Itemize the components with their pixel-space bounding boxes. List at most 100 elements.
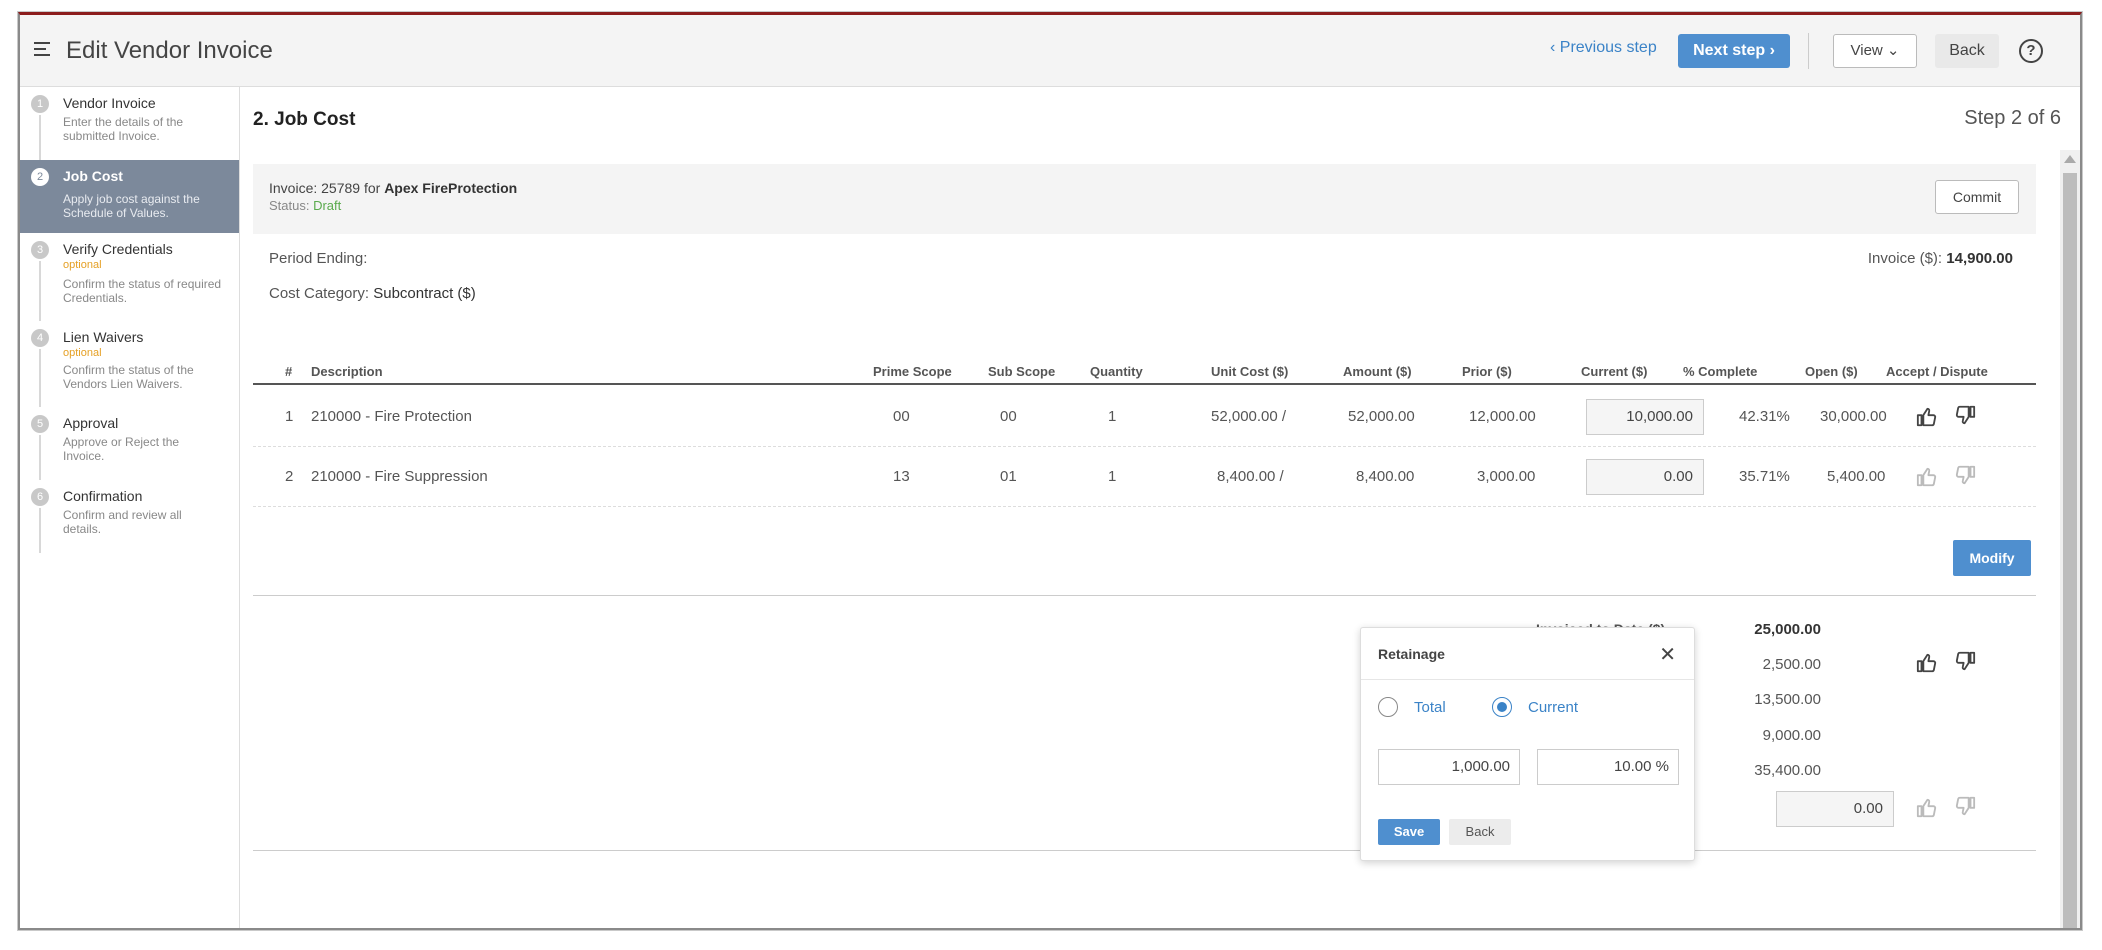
view-dropdown-button[interactable]: View ⌄ — [1833, 34, 1917, 68]
popover-divider — [1361, 679, 1694, 680]
sidebar-step-verify-credentials[interactable]: 3 Verify Credentials optional Confirm th… — [20, 233, 239, 321]
percent-complete: 35.71% — [1739, 468, 1790, 485]
invoice-amount: Invoice ($): 14,900.00 — [1868, 250, 2013, 267]
step-description: Approve or Reject the Invoice. — [63, 435, 180, 463]
column-header: Amount ($) — [1343, 364, 1412, 379]
row-number: 2 — [285, 468, 294, 485]
chevron-right-icon: › — [1769, 42, 1775, 59]
step-connector — [39, 261, 41, 321]
invoice-info-bar: Invoice: 25789 for Apex FireProtection S… — [253, 164, 2036, 234]
column-header: Prior ($) — [1462, 364, 1512, 379]
sidebar-step-job-cost[interactable]: 2 Job Cost Apply job cost against the Sc… — [20, 160, 239, 233]
thumbs-up-icon[interactable] — [1916, 466, 1938, 488]
page-title: Edit Vendor Invoice — [66, 37, 273, 64]
prior: 3,000.00 — [1477, 468, 1536, 485]
save-button[interactable]: Save — [1378, 819, 1440, 845]
retainage-amount-input[interactable]: 1,000.00 — [1378, 749, 1520, 785]
unit-cost: 8,400.00 / — [1217, 468, 1284, 485]
column-header: Quantity — [1090, 364, 1143, 379]
step-number: 3 — [31, 241, 49, 259]
row-number: 1 — [285, 408, 294, 425]
summary-value: 13,500.00 — [1754, 691, 1821, 708]
thumbs-down-icon[interactable] — [1954, 404, 1976, 426]
column-header: % Complete — [1683, 364, 1758, 379]
step-description: Apply job cost against the Schedule of V… — [63, 192, 200, 220]
menu-icon[interactable] — [34, 42, 52, 58]
cost-category-value: Subcontract ($) — [373, 285, 476, 302]
column-header: # — [285, 364, 293, 379]
summary-amount-input[interactable]: 0.00 — [1776, 791, 1894, 827]
status-badge: Draft — [313, 198, 342, 213]
step-title: Approval — [63, 415, 119, 431]
prime-scope: 00 — [893, 408, 910, 425]
back-button[interactable]: Back — [1935, 34, 1999, 68]
modify-button[interactable]: Modify — [1953, 540, 2031, 576]
radio-total[interactable] — [1378, 697, 1398, 717]
row-description: 210000 - Fire Protection — [311, 408, 472, 425]
header-divider — [1808, 33, 1809, 69]
scrollbar-thumb[interactable] — [2063, 173, 2077, 928]
sidebar-step-approval[interactable]: 5 Approval Approve or Reject the Invoice… — [20, 407, 239, 480]
sub-scope: 00 — [1000, 408, 1017, 425]
step-description: Confirm the status of the Vendors Lien W… — [63, 363, 194, 391]
optional-tag: optional — [63, 259, 102, 271]
view-label: View — [1850, 42, 1883, 59]
close-icon[interactable]: ✕ — [1659, 642, 1676, 667]
app-window: Edit Vendor Invoice ‹ Previous step Next… — [18, 12, 2082, 930]
chevron-left-icon: ‹ — [1550, 39, 1556, 56]
invoice-status: Status: Draft — [269, 198, 341, 213]
popover-back-button[interactable]: Back — [1449, 819, 1511, 845]
column-header: Open ($) — [1805, 364, 1858, 379]
amount: 52,000.00 — [1348, 408, 1415, 425]
thumbs-up-icon[interactable] — [1916, 406, 1938, 428]
thumbs-down-icon[interactable] — [1954, 650, 1976, 672]
invoice-amount-prefix: Invoice ($): — [1867, 250, 1947, 267]
invoiced-to-date-value: 25,000.00 — [1754, 621, 1821, 638]
step-description: Confirm the status of required Credentia… — [63, 277, 222, 305]
sidebar-step-confirmation[interactable]: 6 Confirmation Confirm and review all de… — [20, 480, 239, 553]
retainage-title: Retainage — [1378, 646, 1445, 662]
sub-scope: 01 — [1000, 468, 1017, 485]
column-header: Unit Cost ($) — [1211, 364, 1289, 379]
main-content: 2. Job Cost Step 2 of 6 Invoice: 25789 f… — [241, 87, 2061, 928]
radio-current-label[interactable]: Current — [1528, 699, 1578, 716]
previous-step-link[interactable]: ‹ Previous step — [1550, 39, 1657, 57]
step-description: Confirm and review all details. — [63, 508, 182, 536]
percent-complete: 42.31% — [1739, 408, 1790, 425]
sidebar-step-vendor-invoice[interactable]: 1 Vendor Invoice Enter the details of th… — [20, 87, 239, 160]
summary-value: 35,400.00 — [1754, 762, 1821, 779]
section-title: 2. Job Cost — [253, 109, 356, 130]
thumbs-up-icon[interactable] — [1916, 652, 1938, 674]
table-header: # Description Prime Scope Sub Scope Quan… — [253, 359, 2036, 385]
thumbs-down-icon[interactable] — [1954, 795, 1976, 817]
chevron-down-icon: ⌄ — [1886, 42, 1900, 59]
commit-button[interactable]: Commit — [1935, 180, 2019, 214]
summary-value: 2,500.00 — [1762, 656, 1821, 673]
unit-cost: 52,000.00 / — [1211, 408, 1287, 425]
thumbs-down-icon[interactable] — [1954, 464, 1976, 486]
radio-current[interactable] — [1492, 697, 1512, 717]
sidebar-step-lien-waivers[interactable]: 4 Lien Waivers optional Confirm the stat… — [20, 321, 239, 407]
step-connector — [39, 435, 41, 480]
step-number: 4 — [31, 329, 49, 347]
current-amount-input[interactable]: 0.00 — [1586, 459, 1704, 495]
cost-category: Cost Category: Subcontract ($) — [269, 285, 476, 302]
current-amount-input[interactable]: 10,000.00 — [1586, 399, 1704, 435]
step-number: 1 — [31, 95, 49, 113]
radio-total-label[interactable]: Total — [1414, 699, 1446, 716]
optional-tag: optional — [63, 347, 102, 359]
retainage-percent-input[interactable]: 10.00 % — [1537, 749, 1679, 785]
step-sidebar: 1 Vendor Invoice Enter the details of th… — [20, 87, 240, 928]
invoice-amount-value: 14,900.00 — [1946, 250, 2013, 267]
amount: 8,400.00 — [1356, 468, 1415, 485]
prior: 12,000.00 — [1469, 408, 1536, 425]
next-step-button[interactable]: Next step › — [1678, 34, 1790, 68]
step-number: 5 — [31, 415, 49, 433]
summary-value: 9,000.00 — [1762, 727, 1821, 744]
open-amount: 5,400.00 — [1827, 468, 1886, 485]
help-icon[interactable]: ? — [2019, 39, 2043, 63]
previous-step-label: Previous step — [1559, 39, 1657, 56]
table-row: 1 210000 - Fire Protection 00 00 1 52,00… — [253, 387, 2036, 447]
scroll-up-icon[interactable] — [2064, 155, 2076, 163]
thumbs-up-icon[interactable] — [1916, 797, 1938, 819]
